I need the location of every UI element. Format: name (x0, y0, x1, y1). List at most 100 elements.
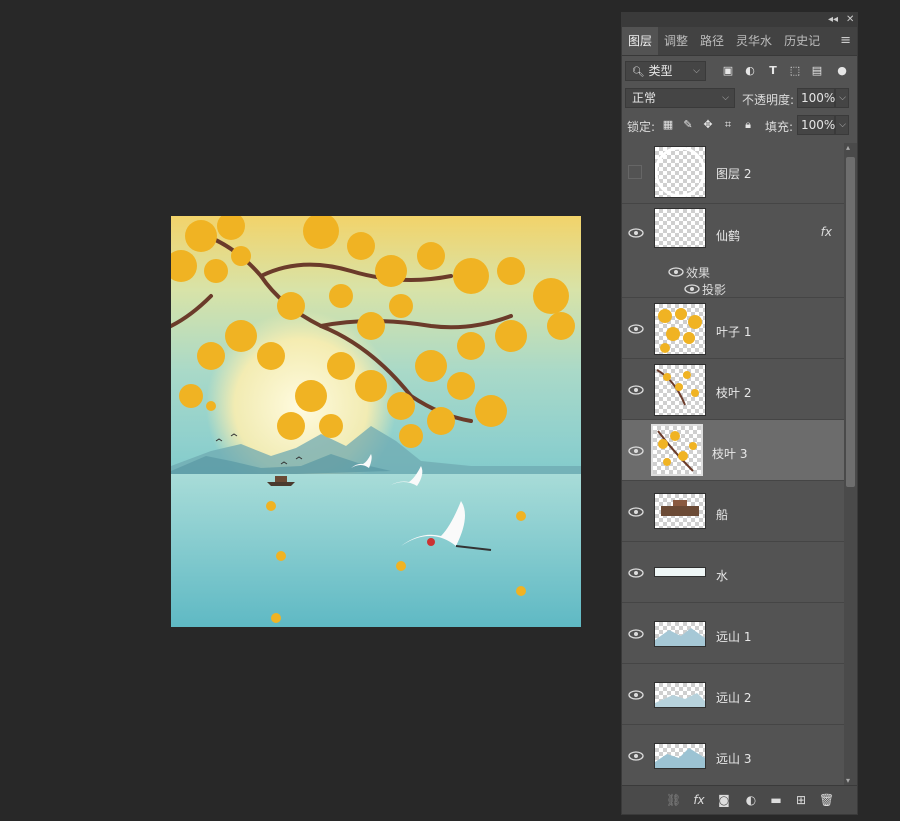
opacity-input[interactable]: 100% (797, 88, 835, 108)
layer-row[interactable]: 图层 2 (622, 143, 844, 204)
lock-artboard-icon[interactable]: ⌗ (720, 115, 736, 135)
new-layer-icon[interactable]: ⊞ (794, 793, 808, 807)
eye-icon[interactable] (628, 750, 644, 762)
lock-position-icon[interactable]: ✥ (700, 115, 716, 135)
layer-row-selected[interactable]: 枝叶 3 (622, 420, 844, 481)
layer-row[interactable]: 枝叶 2 (622, 359, 844, 420)
layer-effects-badge[interactable]: fx (821, 225, 832, 239)
layer-name: 枝叶 2 (716, 386, 752, 400)
collapse-icon[interactable]: ◂◂ (828, 13, 838, 27)
layers-bottom-toolbar: ⛓ fx ◙ ◐ ▬ ⊞ 🗑︎ (622, 785, 857, 814)
chevron-down-icon: ⌵ (839, 120, 846, 130)
layer-row[interactable]: 远山 1 (622, 603, 844, 664)
filter-toggle-icon[interactable]: ● (834, 61, 850, 81)
lock-label: 锁定: (627, 120, 656, 134)
mountain-preview (655, 628, 705, 646)
adjustment-icon[interactable]: ◐ (744, 793, 758, 807)
adjustment-filter-icon[interactable]: ◐ (742, 61, 758, 81)
mountain-preview (655, 693, 705, 707)
blend-row: 正常 ⌵ 不透明度: 100% ⌵ (622, 86, 857, 110)
layer-thumbnail (654, 682, 706, 708)
eye-icon[interactable] (628, 689, 644, 701)
layer-thumbnail (654, 621, 706, 647)
layer-row[interactable]: 远山 3 (622, 725, 844, 785)
layer-name: 远山 1 (716, 630, 752, 644)
smart-object-filter-icon[interactable]: ▤ (809, 61, 825, 81)
layer-row[interactable]: 水 (622, 542, 844, 603)
effects-label: 效果 (686, 266, 711, 280)
type-filter-icon[interactable]: T (765, 61, 781, 81)
filter-kind-dropdown[interactable]: 🔍︎ 类型 ⌵ (625, 61, 706, 81)
tab-paths[interactable]: 路径 (694, 27, 730, 55)
layer-name: 仙鹤 (716, 229, 741, 243)
layer-name: 远山 3 (716, 752, 752, 766)
search-icon: 🔍︎ (632, 67, 645, 78)
blend-mode-value: 正常 (632, 91, 657, 105)
layer-thumbnail (654, 743, 706, 769)
layer-row[interactable]: 仙鹤 fx 效果 投影 (622, 200, 844, 298)
scroll-down-icon[interactable]: ▾ (846, 776, 850, 785)
eye-icon[interactable] (628, 323, 644, 335)
chevron-down-icon: ⌵ (839, 93, 846, 103)
trash-icon[interactable]: 🗑︎ (819, 793, 834, 807)
mask-icon[interactable]: ◙ (717, 793, 731, 807)
layer-thumbnail (654, 493, 706, 529)
layer-thumbnail (654, 364, 706, 416)
drop-shadow-effect-label[interactable]: 投影 (702, 281, 726, 298)
lock-transparent-pixels-icon[interactable]: ▦ (660, 115, 676, 135)
mountain-preview (655, 748, 705, 768)
layer-row[interactable]: 叶子 1 (622, 298, 844, 359)
visibility-toggle-empty[interactable] (628, 165, 642, 179)
eye-icon[interactable] (628, 227, 644, 239)
fill-slider-button[interactable]: ⌵ (835, 115, 849, 135)
lock-all-icon[interactable]: 🔒︎ (740, 115, 756, 135)
layer-row[interactable]: 船 (622, 481, 844, 542)
eye-icon[interactable] (628, 384, 644, 396)
tab-linghuashui[interactable]: 灵华水 (730, 27, 778, 55)
opacity-label: 不透明度: (742, 93, 795, 107)
document-canvas[interactable] (171, 216, 581, 627)
eye-icon[interactable] (628, 567, 644, 579)
layer-thumbnail (654, 208, 706, 248)
eye-icon[interactable] (628, 506, 644, 518)
branch-preview (656, 369, 699, 406)
layer-thumbnail (654, 567, 706, 577)
layer-name: 叶子 1 (716, 325, 752, 339)
eye-icon[interactable] (628, 445, 644, 457)
layer-name: 远山 2 (716, 691, 752, 705)
water-surface (171, 474, 581, 627)
branch-preview (657, 430, 697, 472)
lock-image-pixels-icon[interactable]: ✎ (680, 115, 696, 135)
fx-icon[interactable]: fx (692, 793, 706, 807)
layer-row[interactable]: 远山 2 (622, 664, 844, 725)
eye-icon[interactable] (684, 283, 700, 295)
fill-input[interactable]: 100% (797, 115, 835, 135)
scrollbar-thumb[interactable] (846, 157, 855, 487)
layer-name: 枝叶 3 (712, 447, 748, 461)
artwork-illustration (171, 216, 581, 627)
eye-icon[interactable] (628, 628, 644, 640)
panel-tabs: 图层 调整 路径 灵华水 历史记 ≡ (622, 27, 857, 56)
filter-row: 🔍︎ 类型 ⌵ ▣ ◐ T ⬚ ▤ ● (622, 59, 857, 83)
chevron-down-icon: ⌵ (722, 93, 729, 103)
layers-scrollbar[interactable]: ▴ ▾ (844, 143, 857, 785)
panel-menu-icon[interactable]: ≡ (840, 27, 851, 55)
layers-panel: ◂◂ ✕ 图层 调整 路径 灵华水 历史记 ≡ 🔍︎ 类型 ⌵ ▣ ◐ T ⬚ … (621, 12, 858, 815)
tab-layers[interactable]: 图层 (622, 27, 659, 55)
eye-icon[interactable] (668, 266, 684, 278)
blend-mode-dropdown[interactable]: 正常 ⌵ (625, 88, 735, 108)
tab-adjustments[interactable]: 调整 (658, 27, 694, 55)
opacity-slider-button[interactable]: ⌵ (835, 88, 849, 108)
leaves-preview (658, 308, 702, 353)
layer-name: 船 (716, 508, 729, 522)
close-icon[interactable]: ✕ (846, 13, 854, 27)
scroll-up-icon[interactable]: ▴ (846, 143, 850, 152)
link-icon[interactable]: ⛓ (666, 793, 681, 807)
tab-history[interactable]: 历史记 (778, 27, 826, 55)
image-filter-icon[interactable]: ▣ (720, 61, 736, 81)
layers-list: 图层 2 仙鹤 fx 效果 投影 叶子 1 枝叶 2 枝叶 3 船 水 远山 1… (622, 143, 844, 785)
folder-icon[interactable]: ▬ (769, 793, 783, 807)
shape-filter-icon[interactable]: ⬚ (787, 61, 803, 81)
layer-thumbnail (654, 146, 706, 198)
filter-kind-label: 类型 (648, 64, 673, 78)
